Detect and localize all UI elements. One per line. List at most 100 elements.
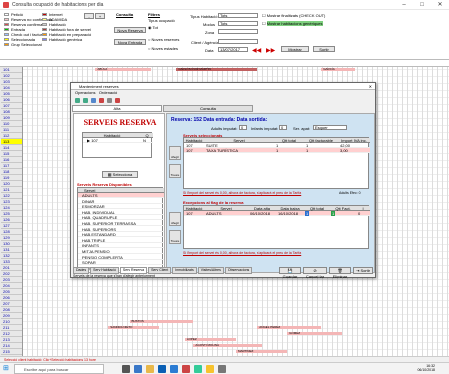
taskview-icon[interactable] (122, 365, 130, 373)
list-item[interactable]: ADULTS (78, 193, 164, 198)
save-icon[interactable] (91, 97, 96, 103)
treure-button[interactable]: Treure (169, 164, 181, 178)
app-red-icon[interactable] (182, 365, 190, 373)
infants-input[interactable]: 0 (279, 125, 287, 130)
first-icon[interactable] (75, 97, 80, 103)
table-row[interactable]: ▶ 107 N (83, 138, 153, 143)
taskbar: ⊞ Escribe aquí para buscar 16:32 06/10/20… (0, 362, 449, 374)
treure-exc-button[interactable]: Treure (169, 230, 181, 244)
tab-alta[interactable]: Alta (72, 105, 162, 112)
reservation-bar[interactable]: GOMEZ (287, 332, 343, 335)
client-input[interactable] (218, 39, 258, 44)
explorer-icon[interactable] (146, 365, 154, 373)
legend-label: Grup Seleccionat (11, 42, 42, 47)
legend-swatch (4, 23, 9, 26)
list-item[interactable]: PENSIO COMPLERTA (78, 255, 164, 260)
table-row[interactable]: 107 TAXA TURÍSTICA 1 1 3,00 (184, 148, 370, 153)
tipus-habitacio-select[interactable]: Tots (218, 13, 258, 18)
modus-select[interactable]: Tots (218, 21, 258, 26)
sortir-dialog-button[interactable]: ⇥ Sortir (353, 267, 373, 274)
menu-operacions[interactable]: Operacions (75, 90, 95, 95)
chrome-icon[interactable] (206, 365, 214, 373)
prev-day-icon[interactable]: ◀◀ (252, 47, 261, 54)
tab-observacions[interactable]: Observacions (224, 267, 253, 274)
radio-noves-reserves[interactable]: ○ Noves reserves (148, 37, 179, 42)
room-label[interactable]: 215 (1, 349, 22, 355)
taskbar-clock[interactable]: 16:32 06/10/2018 (417, 364, 435, 372)
list-item[interactable]: HAB. SUPERIOR TERRASSA (78, 221, 164, 226)
reservation-bar[interactable]: CARLOS RUIZ MARTIN (176, 68, 258, 71)
adults-efec: Adults Efec: 0 (339, 191, 361, 195)
list-item[interactable]: ESMORZAR (78, 204, 164, 210)
tab-serv-client[interactable]: Serv Client (148, 267, 172, 274)
taskbar-search[interactable]: Escribe aquí para buscar (14, 364, 104, 374)
filtres-label: Filtres (148, 12, 161, 17)
reservation-bar[interactable]: AGOSTI MOLINA (193, 344, 262, 347)
menu-ordenacio[interactable]: Ordenació (99, 90, 117, 95)
afegir-exc-button[interactable]: Afegir (169, 212, 181, 226)
list-item[interactable]: HAB. INDIVIDUAL (78, 210, 164, 215)
prev-icon[interactable] (83, 97, 88, 103)
list-item[interactable]: HAB. SUPERIORS (78, 227, 164, 232)
window-titlebar: Consulta ocupació de habitacions per dia… (0, 0, 449, 10)
nova-entrada-button[interactable]: Nova Entrada (114, 39, 146, 45)
mostrar-button[interactable]: Mostrar (281, 46, 309, 52)
reservation-bar[interactable]: BUSTOS (129, 320, 194, 323)
list-item[interactable]: HAB. QUADRUPLE (78, 215, 164, 221)
reservation-bar[interactable]: ANGEL PEREZ (257, 326, 322, 329)
date-input[interactable]: 13/07/2017 (218, 47, 248, 52)
list-item[interactable]: DINAR (78, 199, 164, 204)
list-item[interactable]: SOPAR (78, 260, 164, 266)
tab-serv-reserva[interactable]: Serv Reserva (119, 267, 148, 274)
reservation-bar[interactable]: ABULA (95, 68, 151, 71)
mostrar-checkout-checkbox[interactable]: ☐ Mostrar finalitzats (CHECK OUT) (262, 13, 325, 18)
radio-tot[interactable]: ◉ Tot (148, 25, 158, 30)
zoom-minus-button[interactable]: - (84, 13, 94, 19)
delete-icon[interactable] (99, 97, 104, 103)
radio-noves-estades[interactable]: ○ Noves estades (148, 46, 178, 51)
windows-start-icon[interactable]: ⊞ (3, 365, 11, 373)
serveis-apat-select[interactable]: Esquer (313, 125, 347, 130)
reservation-bar[interactable]: GARCIA (321, 68, 356, 71)
next-day-icon[interactable]: ▶▶ (266, 47, 275, 54)
mail-icon[interactable] (170, 365, 178, 373)
cancelar-button[interactable]: ⊘ Cancel·lar (303, 267, 327, 279)
mostrar-generiques-checkbox[interactable]: ☐ Mostrar habitacions genèriques (262, 21, 323, 26)
tab-consulta[interactable]: Consulta (163, 105, 253, 112)
zoom-plus-button[interactable]: + (95, 13, 105, 19)
table-cell: ADULTS (206, 211, 222, 216)
table-row[interactable]: 107 ADULTS 06/10/2018 16/10/2018 1 1 0 (184, 211, 370, 216)
tab-visites-altres[interactable]: Visites/Altres (197, 267, 224, 274)
serveis-disponibles-list: Servei ADULTS DINAR ESMORZAR HAB. INDIVIDUA… (77, 187, 164, 271)
selecciona-button[interactable]: ▦ Selecciona (102, 171, 138, 178)
tab-inmobilizats[interactable]: Inmobilizats (172, 267, 197, 274)
afegir-button[interactable]: Afegir (169, 146, 181, 160)
list-item[interactable]: HAB.ESTANDARD (78, 232, 164, 238)
adults-input[interactable]: 0 (239, 125, 247, 130)
app-green-icon[interactable] (194, 365, 202, 373)
minimize-button[interactable]: – (395, 0, 413, 10)
sortir-button[interactable]: Sortir (313, 46, 335, 52)
guardar-button[interactable]: 💾 Guardar (279, 267, 301, 279)
tab-serv-habitaci-[interactable]: Serv Habitació (90, 267, 119, 274)
edge-icon[interactable] (134, 365, 142, 373)
list-item[interactable]: MITJA PENSIO (78, 249, 164, 254)
reservation-bar[interactable]: LOPEZ (184, 338, 236, 341)
close-button[interactable]: ✕ (431, 0, 449, 10)
store-icon[interactable] (158, 365, 166, 373)
reservation-bar[interactable]: MARTINEZ (236, 350, 288, 353)
app-gray-icon[interactable] (218, 365, 226, 373)
tab-dades[interactable]: Dades (73, 267, 90, 274)
dialog-close-icon[interactable]: ✕ (369, 84, 372, 89)
maximize-button[interactable]: □ (413, 0, 431, 10)
exit-icon[interactable] (115, 97, 120, 103)
eliminar-button[interactable]: 🗑 Eliminar (329, 267, 351, 279)
table-cell: 3,00 (340, 148, 348, 153)
window-title: Consulta ocupació de habitacions per dia (12, 2, 104, 8)
list-item[interactable]: INFANTS (78, 243, 164, 249)
list-item[interactable]: HAB.TRIPLE (78, 238, 164, 243)
reservation-bar[interactable]: SANDRA NIETO (108, 326, 160, 329)
nova-reserva-button[interactable]: Nova Reserva (114, 27, 146, 33)
print-icon[interactable] (107, 97, 112, 103)
zona-select[interactable] (218, 29, 258, 34)
